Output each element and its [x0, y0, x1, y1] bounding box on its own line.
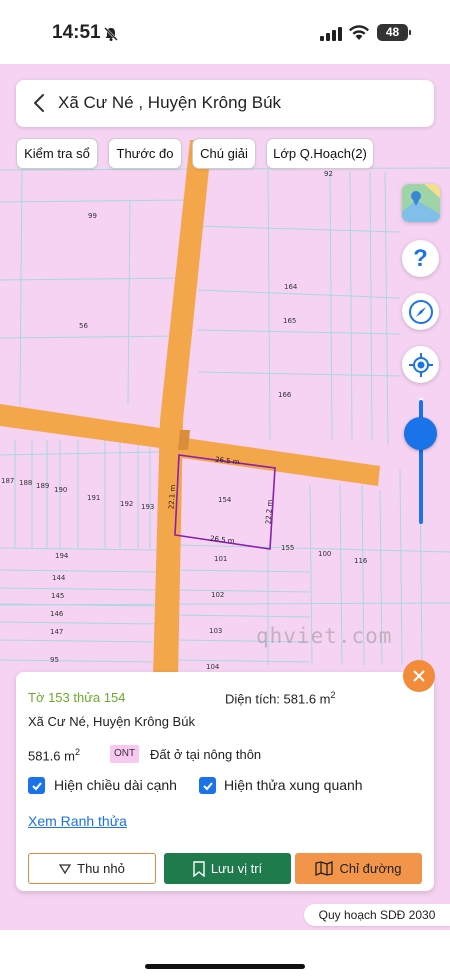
parcel-label: 190: [54, 486, 68, 494]
parcel-label: 188: [19, 479, 33, 487]
land-code-badge: ONT: [110, 745, 140, 763]
parcel-location: Xã Cư Né, Huyện Krông Búk: [28, 714, 195, 729]
parcel-label: 192: [120, 500, 134, 508]
compass-icon: [408, 299, 433, 324]
parcel-label: 165: [283, 317, 297, 325]
shrink-label: Thu nhỏ: [77, 861, 125, 876]
parcel-label: 164: [284, 283, 298, 291]
planning-layer-chip[interactable]: Lớp Q.Hoạch(2): [266, 138, 374, 169]
neighbors-toggle[interactable]: Hiện thửa xung quanh: [199, 777, 379, 797]
edge-length-left: 22.1 m: [167, 484, 178, 510]
parcel-label: 144: [52, 574, 66, 582]
status-time: 14:51: [52, 22, 101, 43]
map-fold-icon: [315, 861, 334, 876]
parcel-label: 116: [354, 557, 368, 565]
parcel-label: 193: [141, 503, 155, 511]
watermark: qhviet.com: [256, 624, 393, 648]
parcel-label: 147: [50, 628, 64, 636]
wifi-icon: [349, 25, 369, 40]
parcel-label: 99: [88, 212, 97, 220]
parcel-label: 92: [324, 170, 333, 178]
parcel-label: 104: [206, 663, 220, 671]
checkbox-checked-icon[interactable]: [199, 777, 216, 794]
toolbar-chips: Kiểm tra sổ Thước đo Chú giải Lớp Q.Hoạc…: [0, 138, 450, 170]
save-location-label: Lưu vị trí: [210, 861, 263, 876]
legend-chip[interactable]: Chú giải: [192, 138, 256, 169]
bell-muted-icon: [104, 27, 118, 41]
view-boundary-link[interactable]: Xem Ranh thửa: [28, 813, 127, 829]
home-indicator[interactable]: [145, 964, 305, 969]
status-bar: 14:51 48: [0, 0, 450, 64]
help-button[interactable]: ?: [402, 240, 439, 277]
cellular-signal-icon: [320, 27, 342, 41]
parcel-label: 146: [50, 610, 64, 618]
parcel-label: 145: [51, 592, 65, 600]
parcel-label: 103: [209, 627, 223, 635]
check-certificate-chip[interactable]: Kiểm tra sổ: [16, 138, 98, 169]
parcel-label: 194: [55, 552, 69, 560]
bookmark-icon: [193, 860, 205, 877]
parcel-label: 56: [79, 322, 88, 330]
land-type: Đất ở tại nông thôn: [150, 747, 262, 762]
checkbox-checked-icon[interactable]: [28, 777, 45, 794]
parcel-label: 189: [36, 482, 50, 490]
edge-length-right: 22.2 m: [264, 499, 275, 525]
parcel-label: 187: [1, 477, 15, 485]
map-type-button[interactable]: [402, 184, 440, 222]
home-bar-area: [0, 930, 450, 978]
search-bar[interactable]: Xã Cư Né , Huyện Krông Búk: [16, 80, 434, 127]
parcel-info-panel: Tờ 153 thửa 154 Diện tích: 581.6 m2 Xã C…: [16, 672, 434, 891]
area-value: 581.6 m2: [28, 747, 80, 764]
shrink-button[interactable]: Thu nhỏ: [28, 853, 156, 884]
parcel-label: 101: [214, 555, 228, 563]
locate-crosshair-icon: [408, 352, 433, 377]
selected-parcel-label: 154: [218, 496, 232, 504]
parcel-label: 95: [50, 656, 59, 664]
zoom-slider-thumb[interactable]: [404, 417, 437, 450]
sheet-parcel-number: Tờ 153 thửa 154: [28, 690, 126, 705]
neighbors-label: Hiện thửa xung quanh: [224, 777, 363, 793]
parcel-label: 102: [211, 591, 225, 599]
directions-label: Chỉ đường: [339, 861, 402, 876]
parcel-label: 155: [281, 544, 295, 552]
back-chevron-icon[interactable]: [30, 92, 50, 114]
battery-indicator: 48: [377, 24, 411, 41]
my-location-button[interactable]: [402, 346, 439, 383]
parcel-label: 191: [87, 494, 101, 502]
planning-layer-badge[interactable]: Quy hoạch SDĐ 2030: [304, 904, 450, 926]
area-label: Diện tích: 581.6 m2: [225, 690, 336, 707]
directions-button[interactable]: Chỉ đường: [295, 853, 422, 884]
edge-length-label: Hiện chiều dài cạnh: [54, 777, 177, 793]
compass-button[interactable]: [402, 293, 439, 330]
map-thumbnail-icon: [402, 184, 440, 222]
triangle-down-icon: [59, 863, 72, 874]
parcel-label: 100: [318, 550, 332, 558]
measure-chip[interactable]: Thước đo: [108, 138, 182, 169]
location-title[interactable]: Xã Cư Né , Huyện Krông Búk: [58, 93, 281, 113]
question-icon: ?: [413, 244, 428, 272]
close-icon: [413, 670, 425, 682]
close-panel-button[interactable]: [403, 660, 435, 692]
parcel-label: 166: [278, 391, 292, 399]
save-location-button[interactable]: Lưu vị trí: [164, 853, 291, 884]
edge-length-toggle[interactable]: Hiện chiều dài cạnh: [28, 777, 198, 797]
